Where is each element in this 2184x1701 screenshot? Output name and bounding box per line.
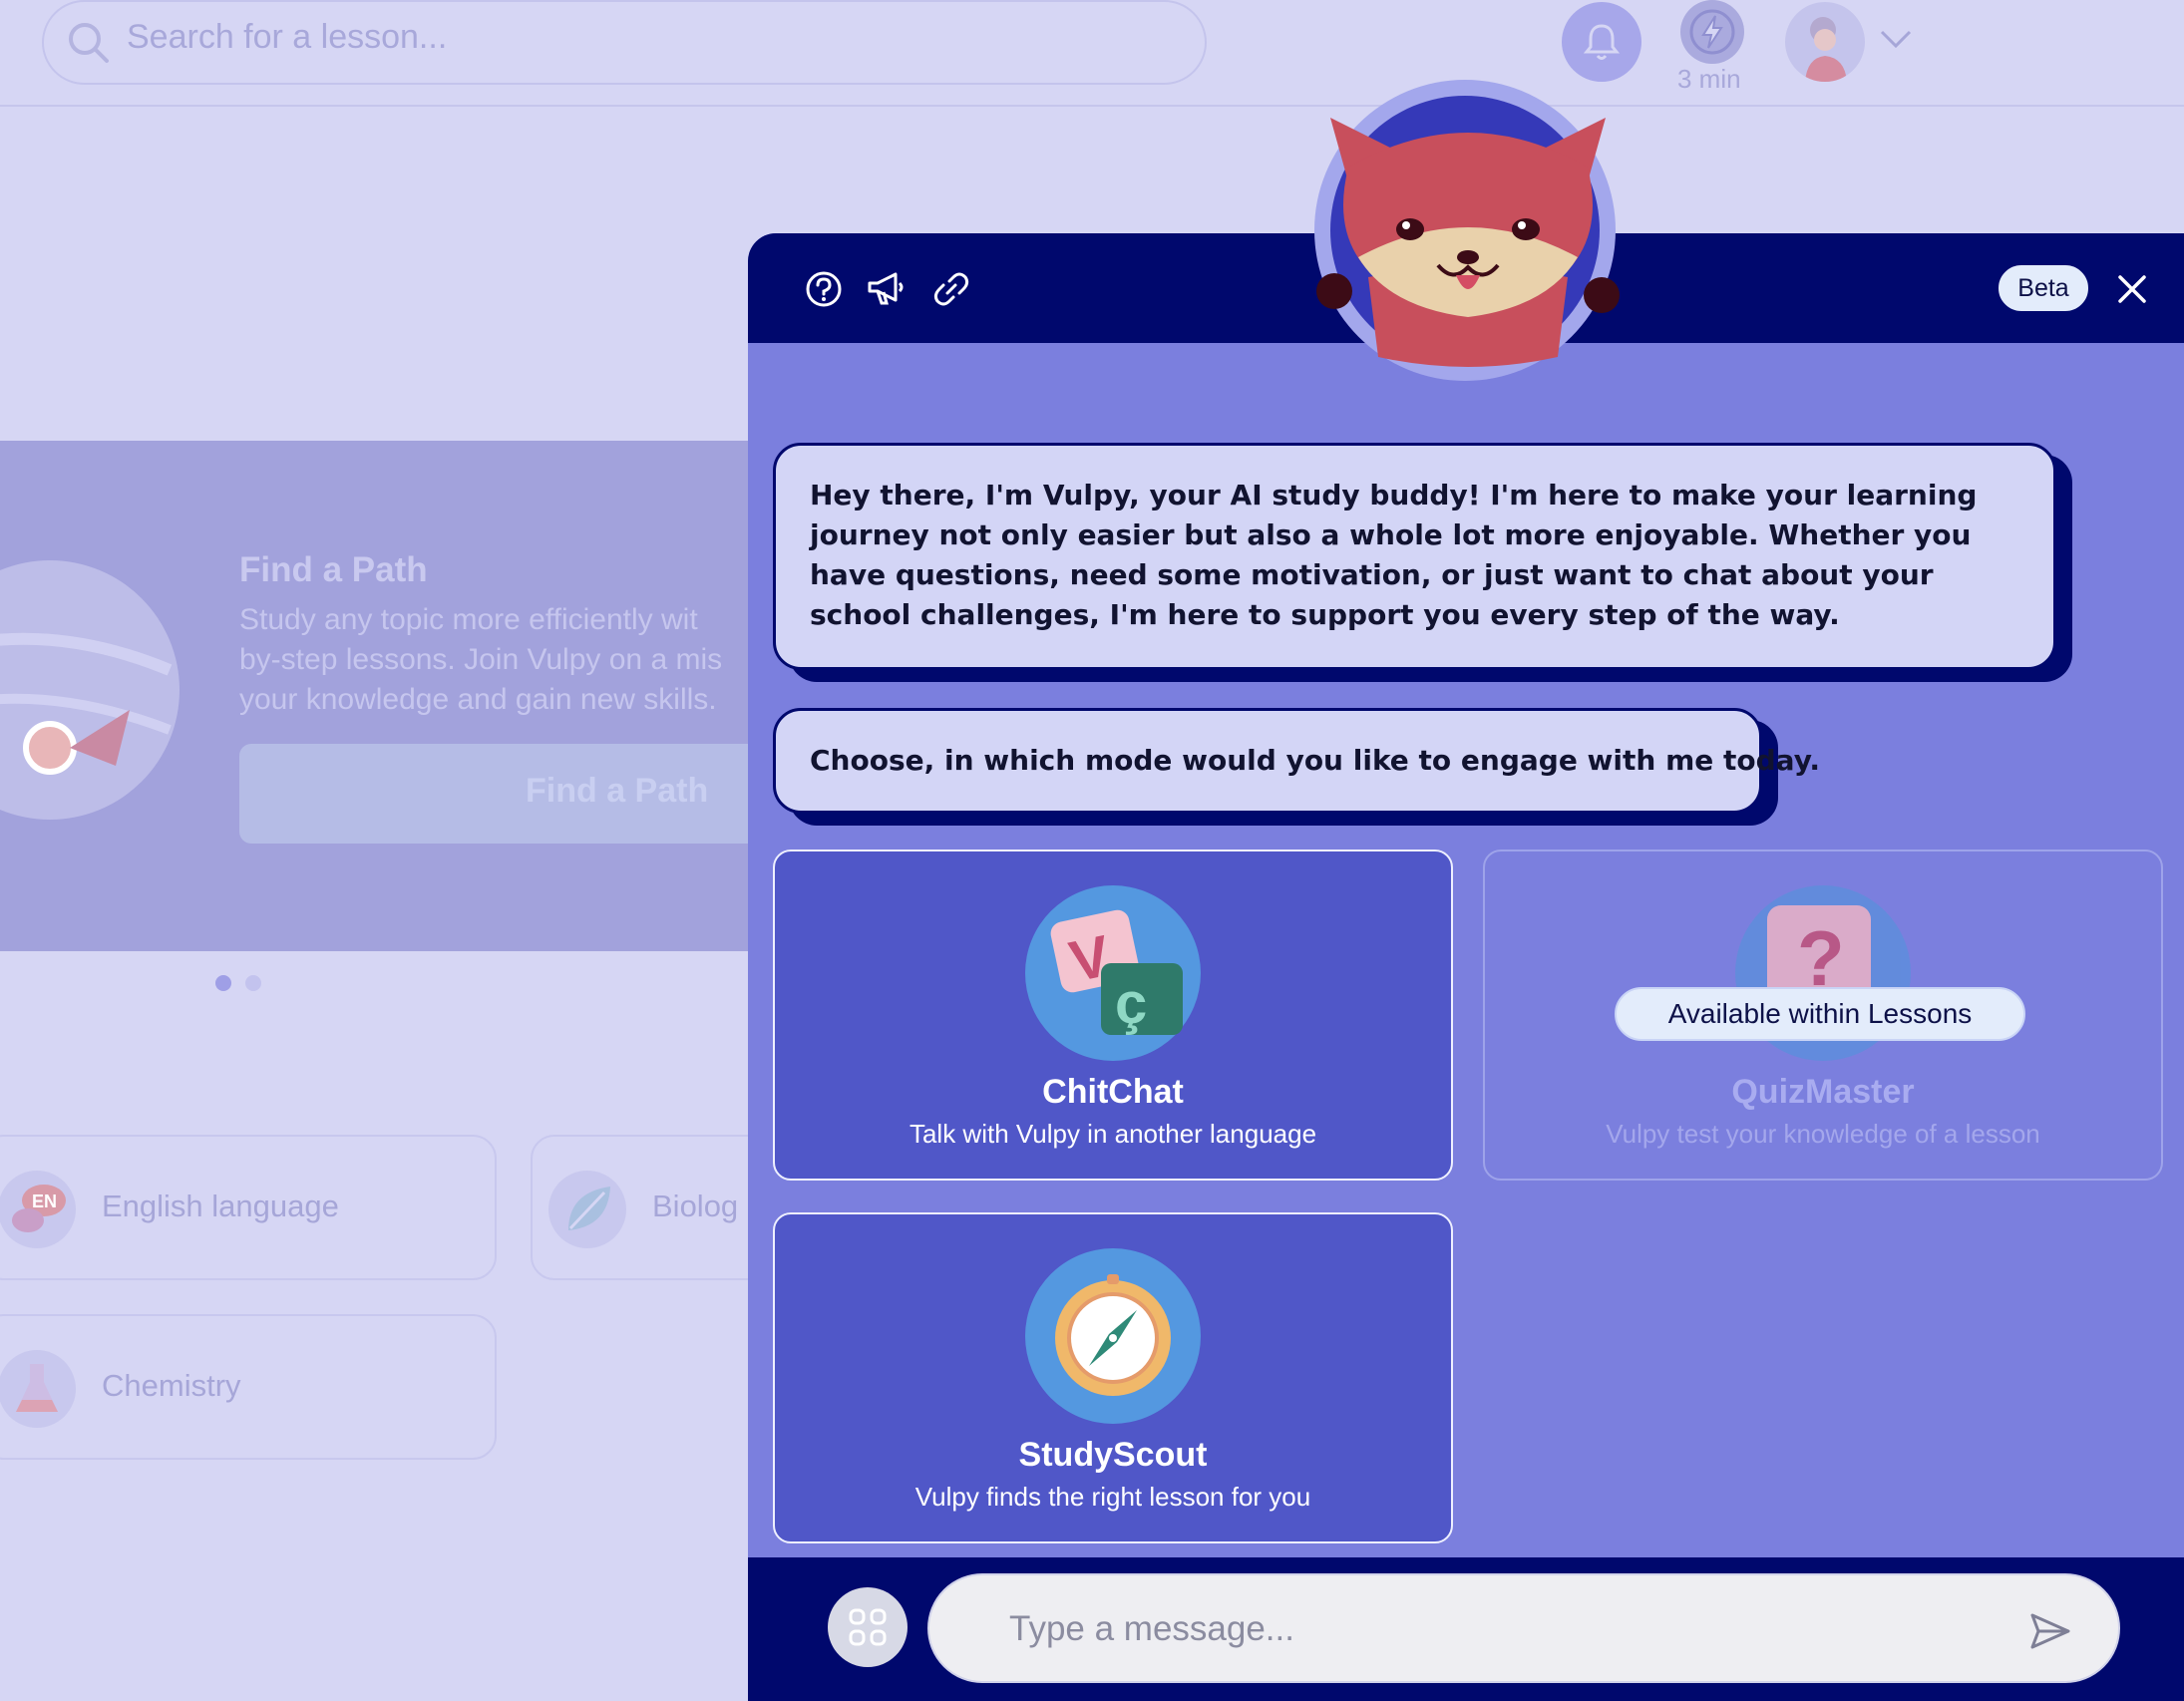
help-icon[interactable]: [802, 267, 846, 311]
mode-card-chitchat[interactable]: V ç ChitChat Talk with Vulpy in another …: [773, 850, 1453, 1181]
subject-label: English language: [102, 1189, 339, 1223]
notifications-button[interactable]: [1562, 2, 1641, 82]
carousel-dot-active[interactable]: [215, 975, 231, 991]
user-avatar-icon: [1805, 17, 1847, 82]
mode-subtitle: Vulpy finds the right lesson for you: [914, 1482, 1311, 1512]
bell-icon: [1583, 24, 1621, 60]
energy-timer[interactable]: [1680, 0, 1744, 64]
message-input[interactable]: [1009, 1603, 1967, 1655]
top-bar: Search for a lesson... 3 min: [0, 0, 2184, 107]
mode-title: QuizMaster: [1731, 1073, 1915, 1111]
leaf-icon: [548, 1171, 626, 1248]
chat-footer: [748, 1557, 2184, 1701]
search-icon: [69, 23, 109, 63]
modes-menu-button[interactable]: [828, 1587, 908, 1667]
subject-label: Chemistry: [102, 1368, 241, 1403]
chitchat-icon: V ç: [1025, 885, 1201, 1061]
svg-text:ç: ç: [1115, 971, 1147, 1036]
vulpy-fox-mascot: [1316, 118, 1620, 367]
subject-card-chemistry[interactable]: Chemistry: [0, 1314, 497, 1460]
mode-title: ChitChat: [1042, 1073, 1184, 1111]
flask-icon: [0, 1350, 76, 1428]
search-bar[interactable]: Search for a lesson...: [42, 0, 1207, 85]
find-path-banner: Find a Path Study any topic more efficie…: [0, 441, 758, 951]
send-icon[interactable]: [2026, 1607, 2074, 1655]
megaphone-icon[interactable]: [864, 267, 908, 311]
beta-badge: Beta: [1997, 263, 2090, 313]
planet-illustration: [0, 560, 180, 820]
compass-icon: [1025, 1248, 1201, 1424]
grid-icon: [849, 1608, 887, 1646]
link-icon[interactable]: [929, 267, 973, 311]
chat-message: Hey there, I'm Vulpy, your AI study budd…: [773, 443, 2056, 670]
mode-card-quizmaster: ? Available within Lessons QuizMaster Vu…: [1483, 850, 2163, 1181]
vulpy-chat-panel: Beta Hey there, I'm Vulpy, your AI study…: [748, 233, 2184, 1701]
message-input-container: [927, 1573, 2120, 1683]
mode-subtitle: Vulpy test your knowledge of a lesson: [1606, 1119, 2040, 1149]
timer-label: 3 min: [1677, 64, 1741, 94]
find-path-button[interactable]: Find a Path: [239, 744, 758, 844]
mode-card-studyscout[interactable]: StudyScout Vulpy finds the right lesson …: [773, 1212, 1453, 1543]
subject-label: Biolog: [652, 1189, 739, 1223]
close-icon[interactable]: [2112, 269, 2152, 309]
chevron-down-icon[interactable]: [1879, 28, 1913, 50]
subject-card-english[interactable]: EN English language: [0, 1135, 497, 1280]
lightning-icon: [1689, 9, 1735, 55]
svg-text:EN: EN: [32, 1191, 57, 1211]
mode-subtitle: Talk with Vulpy in another language: [909, 1119, 1317, 1149]
availability-tooltip: Available within Lessons: [1615, 987, 2025, 1041]
find-path-button-label: Find a Path: [526, 772, 709, 810]
banner-description: Study any topic more efficiently wit by-…: [239, 603, 723, 716]
banner-title: Find a Path: [239, 550, 428, 589]
en-speech-icon: EN: [0, 1171, 76, 1248]
search-placeholder[interactable]: Search for a lesson...: [127, 18, 447, 57]
carousel-dots: [215, 975, 275, 995]
carousel-dot[interactable]: [245, 975, 261, 991]
mode-title: StudyScout: [1018, 1436, 1208, 1474]
chat-message: Choose, in which mode would you like to …: [773, 708, 1820, 814]
avatar[interactable]: [1785, 2, 1865, 82]
